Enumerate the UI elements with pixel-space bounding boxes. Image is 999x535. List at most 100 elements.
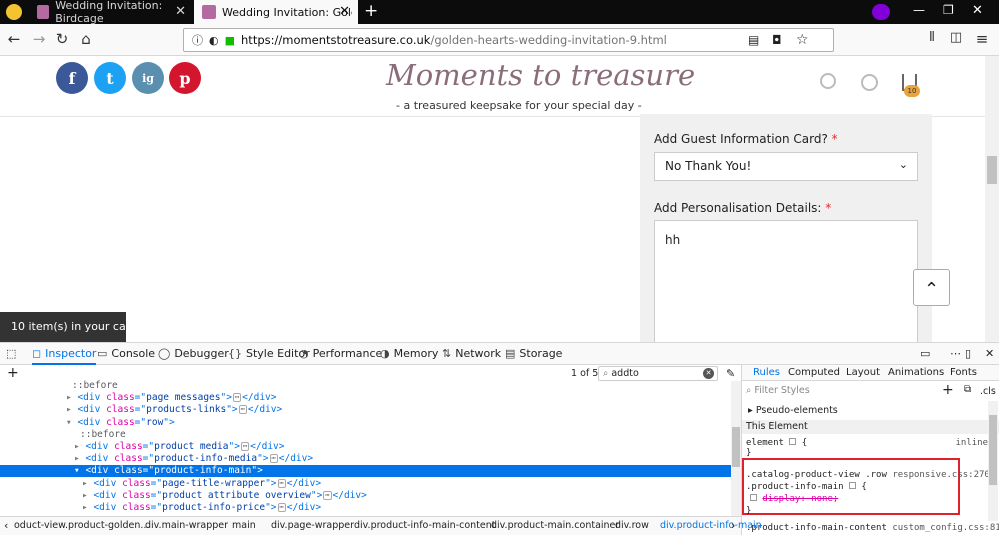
url-bar[interactable]: ⓘ ◐ ■ https://momentstotreasure.co.uk/go… [183, 28, 834, 52]
expand-arrow-icon[interactable]: ▸ [74, 441, 85, 452]
markup-node[interactable]: ▸ <div class="product-info-media"> ⋯ </div… [0, 453, 731, 465]
site-logo[interactable]: Moments to treasure [386, 58, 695, 92]
pinterest-icon[interactable]: p [169, 62, 201, 94]
expand-arrow-icon[interactable]: ▸ [66, 404, 77, 415]
rule-source[interactable]: responsive.css:2700 [892, 470, 995, 480]
menu-icon[interactable]: ≡ [972, 30, 992, 48]
close-tab-icon[interactable]: ✕ [175, 4, 186, 19]
filter-styles-input[interactable]: ⌕ Filter Styles [746, 385, 936, 399]
collapsed-ellipsis[interactable]: ⋯ [323, 490, 332, 500]
tab-debugger[interactable]: ◯ Debugger [158, 347, 229, 360]
scrollbar-thumb[interactable] [987, 156, 997, 184]
collapsed-ellipsis[interactable]: ⋯ [240, 442, 250, 451]
chevron-right-icon[interactable]: › [731, 519, 735, 532]
back-icon[interactable]: ← [4, 30, 24, 48]
markup-node[interactable]: ▸ <div class="product-info-price"> ⋯ </div… [0, 502, 731, 514]
expand-arrow-icon[interactable]: ▸ [82, 490, 93, 501]
instagram-icon[interactable]: ig [132, 62, 164, 94]
collapsed-ellipsis[interactable]: ⋯ [238, 405, 247, 415]
add-rule-icon[interactable]: + [942, 382, 954, 398]
rule-source[interactable]: custom_config.css:81 [892, 523, 999, 533]
lock-icon[interactable]: ■ [225, 34, 235, 47]
markup-node[interactable]: ▸ <div class="product media"> ⋯ </div> [0, 441, 731, 453]
tab-style-editor[interactable]: {} Style Editor [228, 347, 310, 360]
tab-storage[interactable]: ▤ Storage [505, 347, 562, 360]
breadcrumb-item[interactable]: div.row [615, 520, 649, 531]
tab-layout[interactable]: Layout [846, 367, 880, 378]
scrollbar-thumb[interactable] [989, 415, 997, 485]
pick-element-icon[interactable]: ⬚ [6, 347, 16, 360]
rule-selector-2[interactable]: .product-info-main [746, 482, 844, 492]
tab-memory[interactable]: ◑ Memory [380, 347, 438, 360]
markup-node[interactable]: ::before [0, 380, 731, 392]
markup-scrollbar[interactable] [731, 381, 741, 516]
chevron-left-icon[interactable]: ‹ [4, 519, 8, 532]
close-window-button[interactable]: ✕ [972, 3, 983, 18]
tab-fonts[interactable]: Fonts [950, 367, 977, 378]
split-icon[interactable]: ▯ [965, 347, 971, 360]
eyedropper-icon[interactable]: ✎ [726, 367, 735, 380]
collapse-arrow-icon[interactable]: ▾ [74, 465, 85, 476]
collapsed-ellipsis[interactable]: ⋯ [232, 393, 242, 403]
sidebar-icon[interactable]: ◫ [946, 30, 966, 45]
expand-arrow-icon[interactable]: ▸ [82, 502, 93, 513]
expand-arrow-icon[interactable]: ▸ [82, 478, 93, 489]
property-checkbox[interactable] [750, 494, 757, 501]
expand-arrow-icon[interactable]: ▸ [74, 453, 85, 464]
cls-toggle[interactable]: .cls [980, 386, 996, 397]
breadcrumb-item[interactable]: div.page-wrapper [271, 520, 354, 531]
breadcrumb-item[interactable]: oduct-view.product-golden... [14, 520, 149, 531]
markup-node[interactable]: ▸ <div class="page messages"> ⋯ </div> [0, 392, 731, 404]
library-icon[interactable]: ⫴ [922, 30, 942, 45]
reload-icon[interactable]: ↻ [52, 30, 72, 48]
markup-node[interactable]: ▾ <div class="product-info-main"> [0, 465, 731, 478]
close-tab-icon[interactable]: ✕ [339, 4, 350, 19]
breadcrumb-item[interactable]: div.product-info-main-content [354, 520, 496, 531]
search-icon[interactable] [820, 73, 836, 89]
tab-animations[interactable]: Animations [888, 367, 944, 378]
bookmark-icon[interactable]: ☆ [796, 32, 809, 48]
expand-arrow-icon[interactable]: ▸ [66, 392, 77, 403]
tab-console[interactable]: ▭ Console [97, 347, 155, 360]
firefox-icon[interactable] [6, 4, 22, 20]
markup-node[interactable]: ▸ <div class="product attribute overview… [0, 490, 731, 502]
twitter-icon[interactable]: t [94, 62, 126, 94]
tab-golden-hearts[interactable]: Wedding Invitation: Golden He ✕ [194, 0, 358, 24]
clear-search-icon[interactable]: ✕ [703, 368, 714, 379]
facebook-icon[interactable]: f [56, 62, 88, 94]
print-media-icon[interactable]: ⧉ [964, 384, 971, 395]
tab-computed[interactable]: Computed [788, 367, 840, 378]
markup-search-input[interactable]: ⌕ addto ✕ [598, 366, 718, 381]
back-to-top-button[interactable]: ⌃ [913, 269, 950, 306]
pseudo-elements-toggle[interactable]: ▸ Pseudo-elements [748, 405, 998, 416]
breadcrumb-item[interactable]: main [232, 520, 256, 531]
collapsed-ellipsis[interactable]: ⋯ [269, 454, 278, 464]
rule-checkbox[interactable] [789, 438, 797, 445]
tab-inspector[interactable]: ◻ Inspector [32, 343, 97, 365]
close-devtools-icon[interactable]: ✕ [985, 347, 994, 360]
dock-icon[interactable]: ▭ [920, 347, 930, 360]
rule-selector[interactable]: .catalog-product-view .row [746, 470, 887, 480]
breadcrumb-item[interactable]: div.product-info-main [660, 520, 762, 531]
disabled-property[interactable]: display: none; [762, 494, 838, 504]
collapse-arrow-icon[interactable]: ▾ [66, 417, 77, 428]
breadcrumb-item[interactable]: div.main-wrapper [145, 520, 228, 531]
rule-checkbox[interactable] [848, 482, 856, 489]
info-icon[interactable]: ⓘ [192, 32, 203, 48]
tab-rules[interactable]: Rules [753, 367, 780, 378]
tab-birdcage[interactable]: Wedding Invitation: Birdcage ✕ [29, 0, 194, 25]
collapsed-ellipsis[interactable]: ⋯ [277, 478, 286, 488]
account-icon[interactable] [861, 74, 878, 91]
markup-node[interactable]: ▸ <div class="page-title-wrapper"> ⋯ </div… [0, 478, 731, 490]
breadcrumb-item[interactable]: div.product-main.container [491, 520, 619, 531]
new-tab-button[interactable]: + [364, 1, 378, 21]
markup-node[interactable]: ▸ <div class="products-links"> ⋯ </div> [0, 404, 731, 416]
shield-icon[interactable]: ◐ [209, 34, 219, 47]
scrollbar-thumb[interactable] [732, 427, 740, 467]
rules-scrollbar[interactable] [988, 401, 998, 521]
restore-button[interactable]: ❐ [943, 3, 954, 17]
rule-selector[interactable]: .product-info-main-content [746, 523, 887, 533]
options-icon[interactable]: ⋯ [950, 347, 961, 360]
markup-node[interactable]: ::before [0, 429, 731, 441]
forward-icon[interactable]: → [29, 30, 49, 48]
